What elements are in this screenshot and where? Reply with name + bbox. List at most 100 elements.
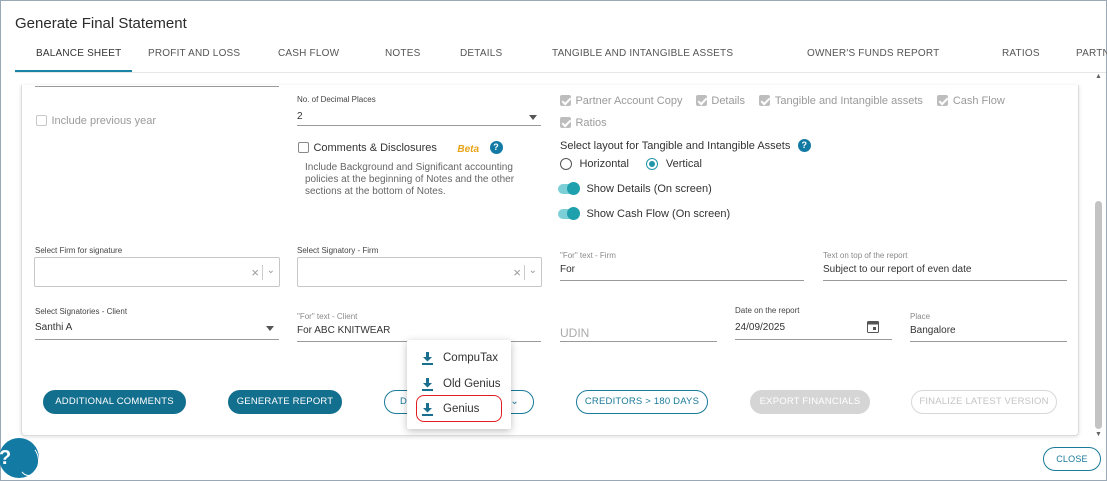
tab-balance-sheet[interactable]: BALANCE SHEET <box>36 48 121 59</box>
vertical-radio[interactable] <box>646 157 659 170</box>
ratios-option: Ratios <box>560 114 607 132</box>
place-input[interactable]: Bangalore <box>910 325 956 336</box>
for-text-firm-label: "For" text - Firm <box>560 251 616 260</box>
comments-disclosures-checkbox[interactable] <box>298 142 309 154</box>
export-financials-button[interactable]: EXPORT FINANCIALS <box>750 390 870 414</box>
show-details-label: Show Details (On screen) <box>586 182 712 195</box>
text-on-top-input[interactable]: Subject to our report of even date <box>823 264 971 275</box>
tab-tangible-intangible-assets[interactable]: TANGIBLE AND INTANGIBLE ASSETS <box>552 48 733 59</box>
generate-statement-dialog: Generate Final Statement BALANCE SHEET P… <box>0 0 1107 481</box>
highlight-annotation <box>416 395 502 422</box>
dialog-title: Generate Final Statement <box>15 15 187 32</box>
generate-report-button[interactable]: GENERATE REPORT <box>228 390 342 414</box>
layout-label: Select layout for Tangible and Intangibl… <box>560 139 791 152</box>
menu-item-label: CompuTax <box>443 352 498 364</box>
chevron-down-icon: ⌄ <box>510 396 519 407</box>
tab-profit-and-loss[interactable]: PROFIT AND LOSS <box>148 48 240 59</box>
menu-item-label: Old Genius <box>443 378 501 390</box>
download-icon <box>422 352 433 365</box>
udin-input[interactable]: UDIN <box>560 326 589 340</box>
place-label: Place <box>910 312 931 321</box>
statement-options-panel: Include previous year No. of Decimal Pla… <box>21 85 1079 436</box>
firm-signature-select[interactable]: × ⌄ <box>34 257 280 287</box>
details-checkbox[interactable] <box>695 95 707 107</box>
field-underline <box>297 125 541 126</box>
chevron-down-icon[interactable]: ⌄ <box>267 265 275 276</box>
layout-heading: Select layout for Tangible and Intangibl… <box>560 137 811 155</box>
tab-ratios[interactable]: RATIOS <box>1002 48 1040 59</box>
cash-flow-checkbox[interactable] <box>937 95 949 107</box>
field-underline <box>823 280 1067 281</box>
separator <box>524 265 525 280</box>
include-previous-year[interactable]: Include previous year <box>36 112 156 130</box>
horizontal-radio[interactable] <box>560 157 572 170</box>
clear-icon[interactable]: × <box>513 265 521 280</box>
decimal-places-select[interactable]: 2 <box>297 111 303 122</box>
decimal-places-label: No. of Decimal Places <box>297 95 376 104</box>
help-chat-button[interactable]: ? <box>0 438 39 478</box>
show-cash-flow-label: Show Cash Flow (On screen) <box>586 207 731 220</box>
field-underline <box>35 86 279 87</box>
signatories-dropdown-icon[interactable] <box>266 326 274 331</box>
field-underline <box>560 341 717 342</box>
tab-partner[interactable]: PARTNE <box>1076 48 1107 59</box>
comments-help-icon[interactable]: ? <box>489 141 503 155</box>
finalize-version-button[interactable]: FINALIZE LATEST VERSION <box>911 390 1057 414</box>
horizontal-label: Horizontal <box>579 157 629 170</box>
tangible-intangible-label: Tangible and Intangible assets <box>774 94 923 107</box>
for-text-client-label: "For" text - Client <box>297 312 358 321</box>
for-text-client-input[interactable]: For ABC KNITWEAR <box>297 325 390 336</box>
date-on-report-label: Date on the report <box>735 306 800 315</box>
menu-item-computax[interactable]: CompuTax <box>407 347 511 371</box>
field-underline <box>735 339 892 340</box>
scroll-up-icon[interactable]: ▲ <box>1094 73 1103 81</box>
close-button[interactable]: CLOSE <box>1043 447 1101 471</box>
for-text-firm-input[interactable]: For <box>560 264 575 275</box>
chevron-down-icon[interactable]: ⌄ <box>529 265 537 276</box>
cash-flow-label: Cash Flow <box>952 94 1005 107</box>
question-mark-icon: ? <box>0 447 12 469</box>
firm-signature-label: Select Firm for signature <box>35 246 123 255</box>
menu-item-old-genius[interactable]: Old Genius <box>407 373 511 397</box>
vertical-scrollbar[interactable]: ▲ ▼ <box>1094 73 1103 443</box>
partner-account-copy-checkbox[interactable] <box>560 95 571 107</box>
comments-disclosures[interactable]: Comments & Disclosures Beta ? <box>298 139 503 157</box>
ratios-checkbox[interactable] <box>560 117 571 129</box>
show-details-toggle[interactable] <box>558 181 580 195</box>
clear-icon[interactable]: × <box>251 265 259 280</box>
tab-owners-funds-report[interactable]: OWNER'S FUNDS REPORT <box>807 48 939 59</box>
comments-disclosures-label: Comments & Disclosures <box>313 141 437 154</box>
beta-badge: Beta <box>457 144 480 155</box>
layout-radio-group: Horizontal Vertical <box>560 155 702 173</box>
date-on-report-input[interactable]: 24/09/2025 <box>735 322 785 333</box>
comments-description: Include Background and Significant accou… <box>305 162 515 197</box>
creditors-button[interactable]: CREDITORS > 180 DAYS <box>576 390 708 414</box>
include-previous-year-checkbox[interactable] <box>36 115 47 127</box>
include-previous-year-label: Include previous year <box>51 114 157 127</box>
text-on-top-label: Text on top of the report <box>823 251 908 260</box>
active-tab-indicator <box>15 70 132 72</box>
separator <box>262 265 263 280</box>
scroll-down-icon[interactable]: ▼ <box>1094 431 1103 439</box>
tab-cash-flow[interactable]: CASH FLOW <box>278 48 339 59</box>
calendar-icon[interactable] <box>867 320 879 333</box>
scroll-thumb[interactable] <box>1095 201 1102 429</box>
signatory-firm-select[interactable]: × ⌄ <box>297 257 542 287</box>
tab-notes[interactable]: NOTES <box>385 48 420 59</box>
field-underline <box>560 280 804 281</box>
tangible-intangible-checkbox[interactable] <box>759 95 771 107</box>
decimal-places-dropdown-icon[interactable] <box>529 115 537 120</box>
field-underline <box>910 341 1067 342</box>
download-button-label: D <box>400 396 408 407</box>
signatories-client-select[interactable]: Santhi A <box>35 322 72 333</box>
additional-comments-button[interactable]: ADDITIONAL COMMENTS <box>43 390 186 414</box>
show-cash-flow-toggle-row: Show Cash Flow (On screen) <box>558 205 730 223</box>
layout-help-icon[interactable]: ? <box>797 139 811 153</box>
report-checkbox-row: Partner Account Copy Details Tangible an… <box>560 92 1005 110</box>
show-cash-flow-toggle[interactable] <box>558 206 580 220</box>
chat-ring-icon <box>18 446 39 476</box>
signatory-firm-label: Select Signatory - Firm <box>297 246 379 255</box>
tab-details[interactable]: DETAILS <box>460 48 502 59</box>
tab-bar: BALANCE SHEET PROFIT AND LOSS CASH FLOW … <box>15 39 1107 73</box>
ratios-label: Ratios <box>575 116 607 129</box>
